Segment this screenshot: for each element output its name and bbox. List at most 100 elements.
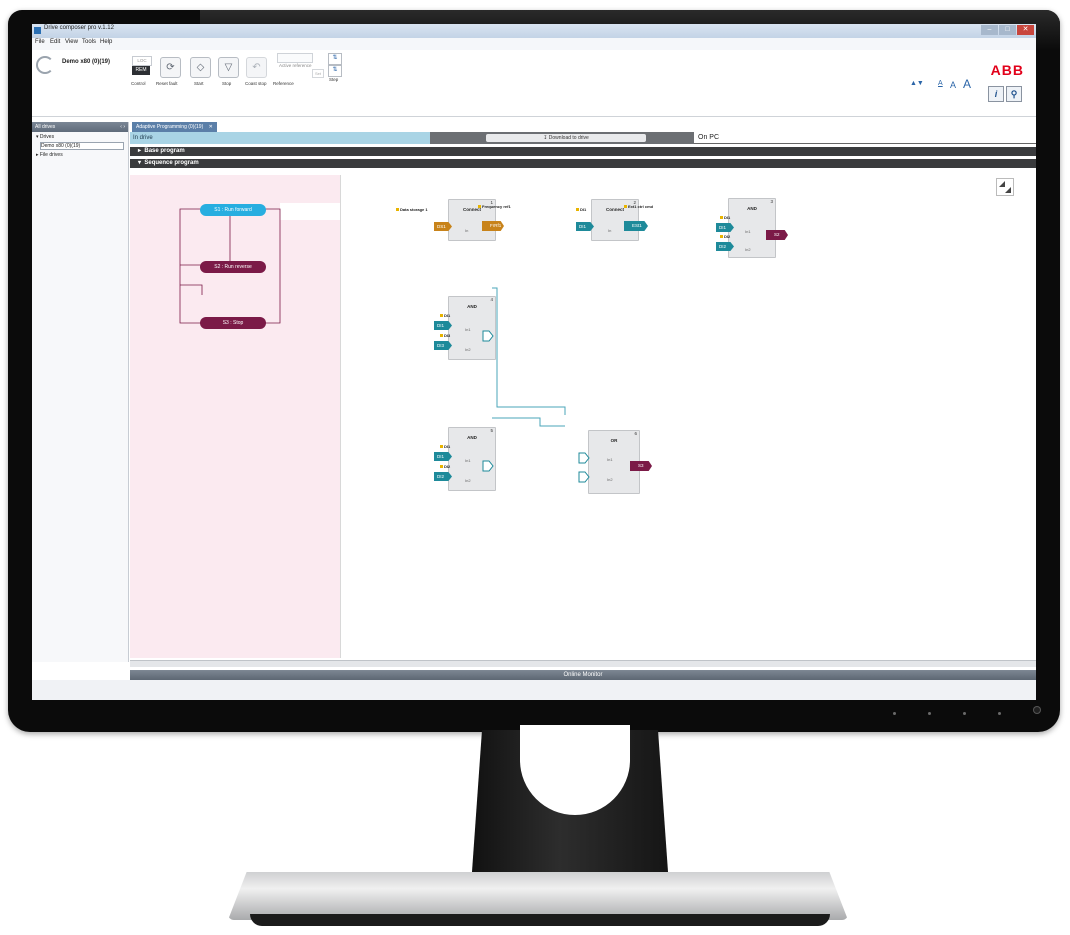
input-di1[interactable]: DI1	[716, 223, 734, 232]
input-ds1[interactable]: DS1	[434, 222, 452, 231]
close-tab-icon[interactable]: ✕	[209, 124, 213, 130]
info-button[interactable]: i	[988, 86, 1004, 102]
stop-label: Stop	[222, 81, 232, 86]
port-label: In2	[465, 478, 471, 483]
screen: Drive composer pro v.1.12 – □ ✕ File Edi…	[32, 24, 1036, 700]
sidebar-item-file-drives[interactable]: ▸ File drives	[36, 152, 63, 158]
param-di1: DI1	[576, 207, 586, 212]
menu-tools[interactable]: Tools	[82, 39, 96, 45]
block-title: OR	[610, 438, 618, 443]
function-block-4[interactable]: 4 AND In1 In2	[448, 296, 496, 360]
rem-button[interactable]: REM	[132, 66, 150, 75]
minimize-button[interactable]: –	[981, 25, 998, 35]
sidebar-item-demo-drive[interactable]: Demo x80 (0)(19)	[40, 142, 124, 150]
step-down-button[interactable]: ⇅	[328, 65, 342, 77]
font-large-button[interactable]: A	[963, 77, 971, 91]
online-monitor-bar[interactable]: Online Monitor	[130, 670, 1036, 680]
status-in-drive: In drive	[130, 132, 430, 144]
download-label: Download to drive	[548, 135, 589, 141]
menu-help[interactable]: Help	[100, 39, 112, 45]
block-number: 3	[770, 199, 773, 204]
status-on-pc: On PC	[694, 132, 1036, 144]
power-button	[1033, 706, 1041, 714]
output-est1[interactable]: ESt1	[624, 221, 648, 231]
function-block-3[interactable]: 3 AND In1 In2	[728, 198, 776, 258]
input-di3[interactable]: DI3	[434, 341, 452, 350]
search-help-button[interactable]: ⚲	[1006, 86, 1022, 102]
font-medium-button[interactable]: A	[950, 80, 956, 90]
function-block-5[interactable]: 5 AND In1 In2	[448, 427, 496, 491]
monitor-panel	[32, 680, 1036, 700]
stand-base-edge	[250, 914, 830, 926]
base-program-section[interactable]: ▸ Base program	[130, 147, 1036, 156]
param-di1: DI1	[440, 313, 450, 318]
abb-logo: ABB	[990, 62, 1024, 78]
block-wires	[492, 287, 566, 427]
sequence-program-section[interactable]: ▾ Sequence program	[130, 159, 1036, 168]
section-label: Base program	[144, 148, 185, 154]
state-transitions	[179, 208, 281, 324]
font-small-button[interactable]: A	[938, 80, 943, 87]
port-label: In1	[465, 327, 471, 332]
state-s3[interactable]: S3 : Stop	[200, 317, 266, 329]
monitor-button	[893, 712, 896, 715]
menu-file[interactable]: File	[35, 39, 45, 45]
param-di2: DI2	[720, 234, 730, 239]
block-number: 5	[490, 428, 493, 433]
info-icon: i	[994, 89, 998, 99]
output-port-icon	[482, 330, 494, 342]
monitor-stand-base	[228, 872, 848, 920]
active-reference-label: Active reference	[279, 63, 312, 68]
sidebar-item-label: Drives	[39, 134, 55, 140]
menu-view[interactable]: View	[65, 39, 78, 45]
menu-bar: File Edit View Tools Help	[32, 38, 1036, 50]
port-label: In1	[465, 458, 471, 463]
menu-edit[interactable]: Edit	[50, 39, 60, 45]
reset-fault-icon: ⟳	[166, 62, 175, 73]
sidebar-header-label: All drives	[35, 124, 56, 130]
input-di2[interactable]: DI2	[716, 242, 734, 251]
param-di3: DI3	[440, 333, 450, 338]
input-di1[interactable]: DI1	[434, 321, 452, 330]
stop-icon: ▽	[224, 62, 233, 73]
reference-input[interactable]	[277, 53, 313, 63]
state-s1[interactable]: S1 : Run forward	[200, 204, 266, 216]
sidebar-header: All drives ‹ ›	[32, 122, 128, 132]
param-di1: DI1	[440, 444, 450, 449]
sidebar-item-drives[interactable]: ▾ Drives	[36, 134, 54, 140]
stop-button[interactable]: ▽	[218, 57, 239, 78]
reset-fault-label: Reset fault	[156, 81, 178, 86]
download-to-drive-button[interactable]: ↧ Download to drive	[486, 134, 646, 142]
close-button[interactable]: ✕	[1017, 25, 1034, 35]
output-s3[interactable]: S3	[630, 461, 652, 471]
port-label: In1	[607, 457, 613, 462]
coast-stop-icon: ↶	[252, 62, 261, 73]
reset-fault-button[interactable]: ⟳	[160, 57, 181, 78]
start-button[interactable]: ◇	[190, 57, 211, 78]
port-label: In1	[745, 229, 751, 234]
output-s2[interactable]: S2	[766, 230, 788, 240]
section-label: Sequence program	[144, 160, 199, 166]
loc-button[interactable]: LOC	[132, 56, 152, 66]
state-s2[interactable]: S2 : Run reverse	[200, 261, 266, 273]
sidebar-collapse-icon[interactable]: ‹ ›	[120, 122, 125, 132]
font-size-arrows[interactable]: ▲▼	[910, 80, 924, 87]
tab-label: Adaptive Programming (0)(19)	[136, 124, 204, 130]
step-label: Step	[329, 77, 339, 82]
coast-stop-button[interactable]: ↶	[246, 57, 267, 78]
step-up-button[interactable]: ⇅	[328, 53, 342, 65]
tab-adaptive-programming[interactable]: Adaptive Programming (0)(19) ✕	[132, 122, 217, 132]
horizontal-scrollbar[interactable]	[130, 660, 1036, 667]
input-di2[interactable]: DI2	[434, 472, 452, 481]
input-di1[interactable]: DI1	[434, 452, 452, 461]
input-di1[interactable]: DI1	[576, 222, 594, 231]
port-label: In2	[465, 347, 471, 352]
app-icon	[34, 27, 41, 34]
maximize-button[interactable]: □	[999, 25, 1016, 35]
set-button[interactable]: Set	[312, 69, 324, 78]
main-panel: Adaptive Programming (0)(19) ✕ In drive …	[130, 122, 1036, 662]
output-frrf1[interactable]: FrRf1	[482, 221, 504, 231]
port-label: In2	[607, 477, 613, 482]
monitor-button	[928, 712, 931, 715]
transition-line	[180, 284, 203, 295]
